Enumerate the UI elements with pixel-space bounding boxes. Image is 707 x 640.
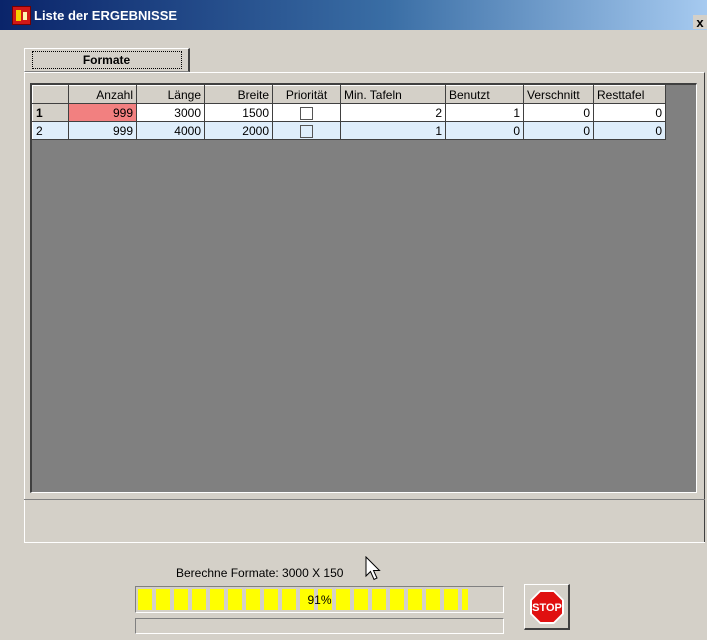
mouse-cursor-icon — [365, 556, 381, 581]
tab-label: Formate — [31, 51, 182, 69]
cell-resttafel[interactable]: 0 — [593, 103, 666, 122]
close-button[interactable]: x — [693, 15, 707, 29]
cell-verschnitt[interactable]: 0 — [523, 103, 594, 122]
grid-area[interactable] — [30, 83, 697, 493]
cell-laenge[interactable]: 4000 — [136, 121, 205, 140]
stop-label: STOP — [532, 602, 562, 614]
cell-anzahl[interactable]: 999 — [68, 103, 137, 122]
info-panel — [24, 499, 705, 543]
window-title: Liste der ERGEBNISSE — [34, 7, 178, 23]
results-grid[interactable]: Anzahl Länge Breite Priorität Min. Tafel… — [32, 85, 666, 140]
progress-bar: 91% — [135, 586, 504, 613]
table-row[interactable]: 1 999 3000 1500 2 1 0 0 — [32, 103, 666, 122]
cell-prioritaet[interactable] — [272, 103, 341, 122]
app-icon — [12, 5, 31, 25]
column-header-min-tafeln[interactable]: Min. Tafeln — [340, 85, 446, 104]
column-header-resttafel[interactable]: Resttafel — [593, 85, 666, 104]
column-header-laenge[interactable]: Länge — [136, 85, 205, 104]
stop-button[interactable]: STOP — [524, 584, 570, 630]
cell-prioritaet[interactable] — [272, 121, 341, 140]
progress-label: 91% — [307, 592, 332, 607]
cell-breite[interactable]: 1500 — [204, 103, 273, 122]
column-header-breite[interactable]: Breite — [204, 85, 273, 104]
stop-icon: STOP — [529, 589, 564, 624]
cell-benutzt[interactable]: 0 — [445, 121, 524, 140]
column-header-verschnitt[interactable]: Verschnitt — [523, 85, 594, 104]
secondary-progress-bar — [135, 618, 504, 634]
close-icon: x — [696, 14, 704, 30]
prioritaet-checkbox[interactable] — [300, 106, 313, 120]
column-header-row-number[interactable] — [32, 85, 69, 104]
cell-verschnitt[interactable]: 0 — [523, 121, 594, 140]
cell-laenge[interactable]: 3000 — [136, 103, 205, 122]
cell-min-tafeln[interactable]: 1 — [340, 121, 446, 140]
column-header-prioritaet[interactable]: Priorität — [272, 85, 341, 104]
row-number[interactable]: 2 — [32, 121, 69, 140]
cell-resttafel[interactable]: 0 — [593, 121, 666, 140]
cell-benutzt[interactable]: 1 — [445, 103, 524, 122]
row-number[interactable]: 1 — [32, 103, 69, 122]
cell-breite[interactable]: 2000 — [204, 121, 273, 140]
cell-anzahl[interactable]: 999 — [68, 121, 137, 140]
cell-min-tafeln[interactable]: 2 — [340, 103, 446, 122]
prioritaet-checkbox[interactable] — [300, 124, 313, 138]
table-row[interactable]: 2 999 4000 2000 1 0 0 0 — [32, 121, 666, 140]
tab-formate[interactable]: Formate — [24, 48, 190, 72]
column-header-anzahl[interactable]: Anzahl — [68, 85, 137, 104]
status-text: Berechne Formate: 3000 X 150 — [176, 566, 344, 580]
column-header-benutzt[interactable]: Benutzt — [445, 85, 524, 104]
header-row: Anzahl Länge Breite Priorität Min. Tafel… — [32, 85, 666, 104]
title-bar: Liste der ERGEBNISSE x — [0, 0, 707, 30]
